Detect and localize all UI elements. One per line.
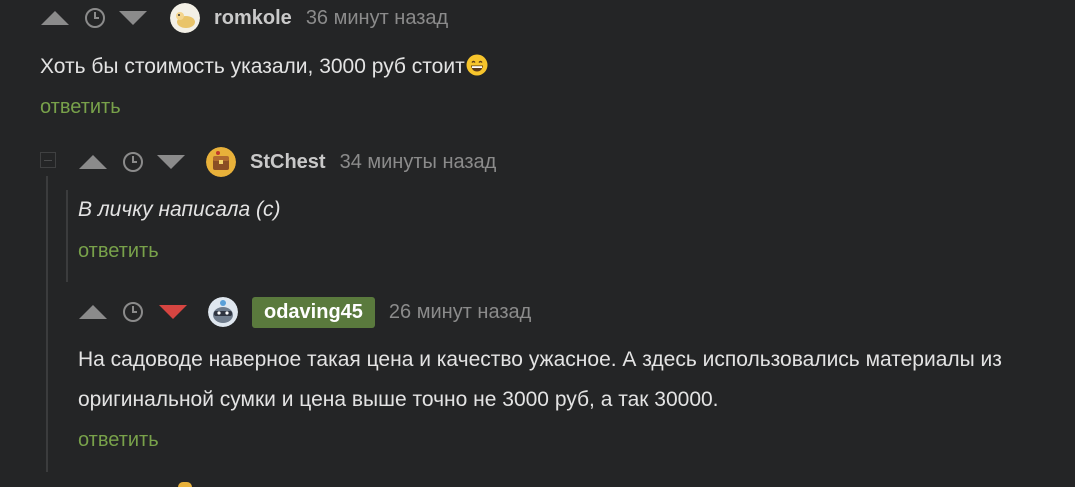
upvote-icon <box>79 305 107 319</box>
timestamp[interactable]: 26 минут назад <box>389 301 531 324</box>
reply-link[interactable]: ответить <box>78 429 159 452</box>
downvote-icon <box>157 155 185 169</box>
avatar[interactable] <box>206 147 236 177</box>
comment-text: В личку написала (с) <box>78 198 281 221</box>
reply-link[interactable]: ответить <box>40 96 121 119</box>
avatar[interactable] <box>208 297 238 327</box>
comment-header: StChest 34 минуты назад <box>78 146 496 178</box>
upvote-icon <box>41 11 69 25</box>
avatar[interactable] <box>170 3 200 33</box>
rating-hidden-button[interactable] <box>122 301 144 323</box>
rating-hidden-button[interactable] <box>84 7 106 29</box>
comment-text-line: оригинальной сумки и цена выше точно не … <box>78 388 719 411</box>
downvote-button[interactable] <box>156 153 186 171</box>
upvote-icon <box>79 155 107 169</box>
chest-avatar-icon <box>206 147 236 177</box>
upvote-button[interactable] <box>78 153 108 171</box>
raccoon-avatar-icon <box>208 297 238 327</box>
username[interactable]: StChest <box>250 151 326 174</box>
comment-text-line: На садоводе наверное такая цена и качест… <box>78 348 1002 371</box>
username[interactable]: romkole <box>214 7 292 30</box>
clock-icon <box>85 8 105 28</box>
username-highlighted[interactable]: odaving45 <box>252 296 375 328</box>
downvote-icon <box>119 11 147 25</box>
comment-text-content: Хоть бы стоимость указали, 3000 руб стои… <box>40 55 465 78</box>
upvote-button[interactable] <box>40 9 70 27</box>
thread-line-nested[interactable] <box>66 190 68 282</box>
comments-panel: romkole 36 минут назад Хоть бы стоимость… <box>0 0 1075 487</box>
collapse-thread-button[interactable] <box>40 152 56 168</box>
upvote-button[interactable] <box>78 303 108 321</box>
thread-line[interactable] <box>46 176 48 472</box>
cat-avatar-icon <box>170 3 200 33</box>
grinning-face-icon <box>466 54 488 76</box>
comment-header: romkole 36 минут назад <box>40 2 448 34</box>
downvote-icon <box>159 305 187 319</box>
clock-icon <box>123 302 143 322</box>
reply-link[interactable]: ответить <box>78 240 159 263</box>
downvote-button[interactable] <box>118 9 148 27</box>
rating-hidden-button[interactable] <box>122 151 144 173</box>
comment-text: Хоть бы стоимость указали, 3000 руб стои… <box>40 47 488 87</box>
next-comment-avatar[interactable] <box>178 482 192 487</box>
timestamp[interactable]: 34 минуты назад <box>340 151 497 174</box>
downvote-button-active[interactable] <box>158 303 188 321</box>
comment-header: odaving45 26 минут назад <box>78 296 531 328</box>
timestamp[interactable]: 36 минут назад <box>306 7 448 30</box>
clock-icon <box>123 152 143 172</box>
